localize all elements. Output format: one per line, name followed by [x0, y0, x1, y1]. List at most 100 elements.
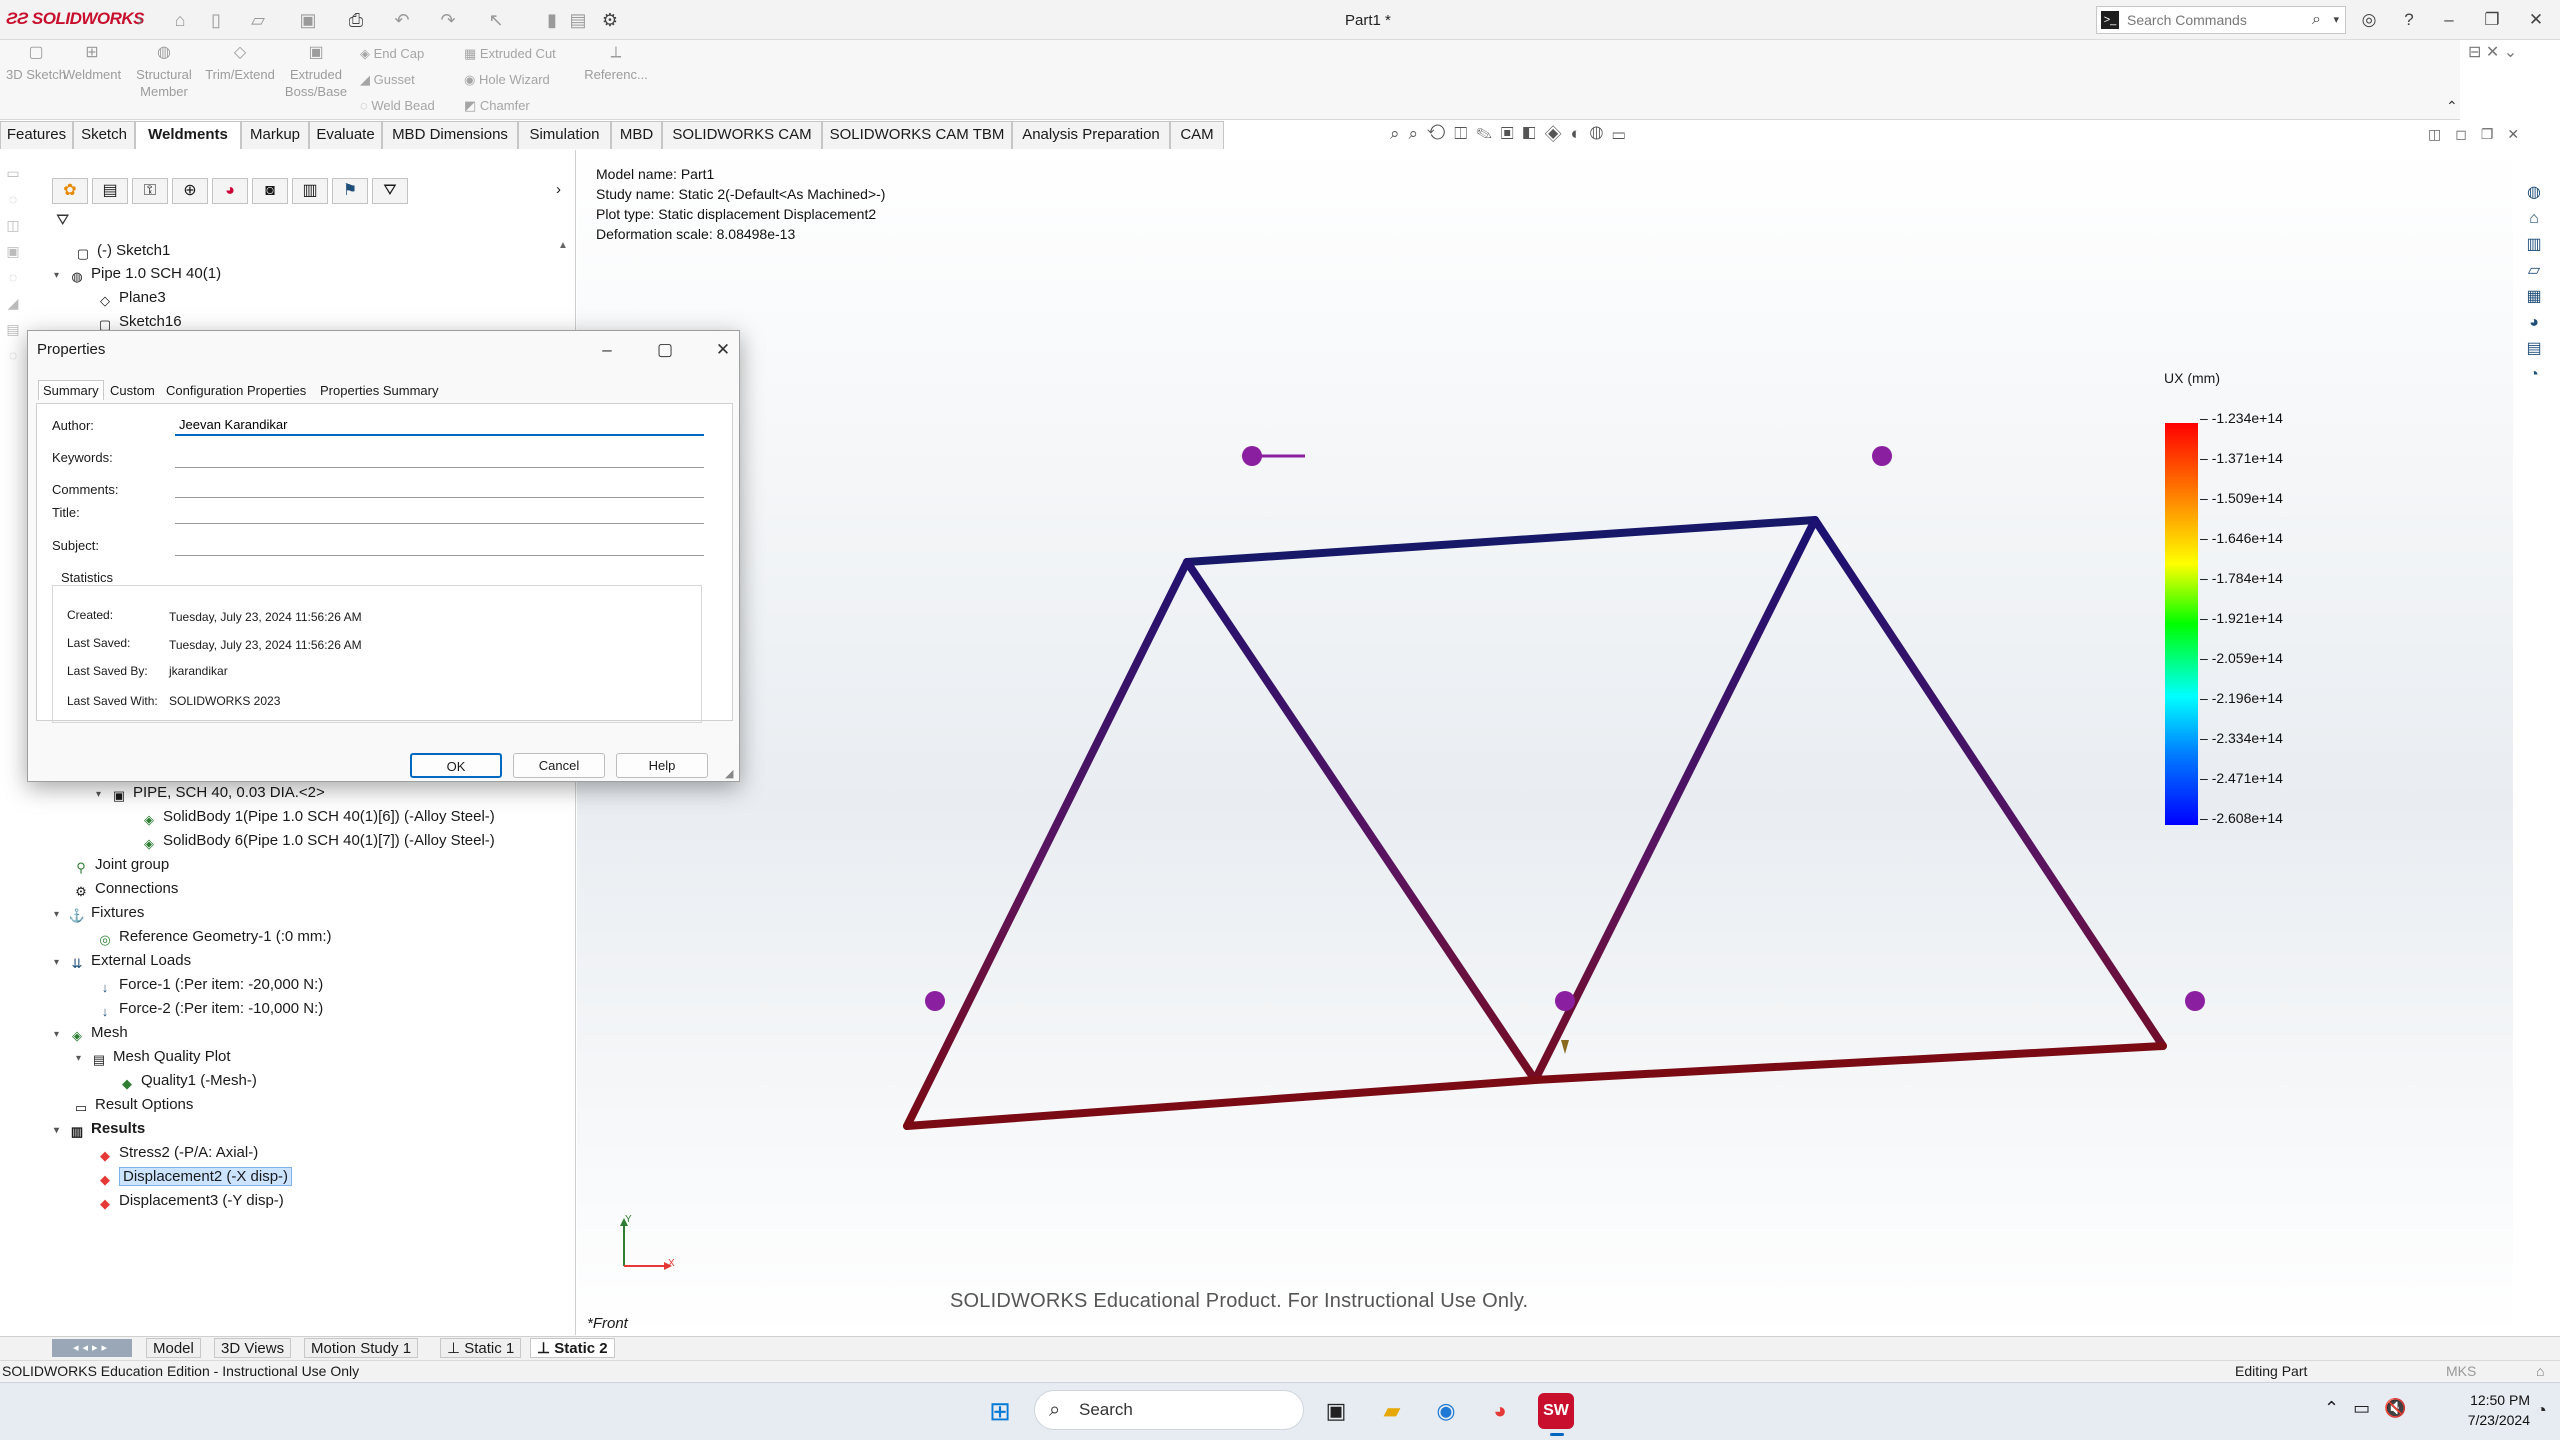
save-icon[interactable]: ▣	[296, 8, 320, 32]
scroll-up-icon[interactable]: ▲	[558, 240, 568, 251]
appearance-icon[interactable]: ◐	[1571, 124, 1590, 143]
hide-show-icon[interactable]: ◈	[1545, 124, 1571, 143]
chevron-down-icon[interactable]: ▾	[54, 904, 68, 926]
tab-scroll-arrows-icon[interactable]: ◂◂▸▸	[52, 1339, 132, 1357]
view-orientation-icon[interactable]: ▣	[1501, 124, 1523, 143]
trim-extend-button[interactable]: ◇ Trim/Extend	[204, 44, 276, 83]
truss-member-bottom-right[interactable]	[1531, 1042, 2167, 1084]
tab-summary[interactable]: Summary	[38, 380, 104, 400]
chrome-browser-icon[interactable]: ◕	[1482, 1393, 1518, 1429]
subject-field[interactable]	[175, 534, 704, 556]
keywords-field[interactable]	[175, 446, 704, 468]
view-settings-icon[interactable]: ▭	[1612, 124, 1634, 143]
author-field[interactable]	[175, 414, 704, 436]
chevron-down-icon[interactable]: ▾	[54, 265, 68, 287]
appearances-icon[interactable]: ◕	[2520, 310, 2548, 336]
heads-up-view-toolbar[interactable]: ⌕⌕⟲◫✎▣◧◈◐◍▭	[1390, 124, 1634, 144]
design-library-icon[interactable]: ▥	[2520, 232, 2548, 258]
ribbon-collapse-icon[interactable]: ⌃	[2446, 98, 2458, 115]
cancel-button[interactable]: Cancel	[513, 753, 605, 778]
truss-member-top[interactable]	[1183, 516, 1819, 566]
tab-static-2[interactable]: ⊥ Static 2	[530, 1338, 615, 1358]
chevron-down-icon[interactable]: ▾	[96, 784, 110, 806]
joint-node[interactable]	[1872, 446, 1892, 466]
options-gear-icon[interactable]: ⚙	[598, 8, 622, 32]
extruded-cut-button[interactable]: ▦ Extruded Cut	[464, 46, 556, 62]
tab-solidworks-cam-tbm[interactable]: SOLIDWORKS CAM TBM	[822, 121, 1012, 149]
tab-static-1[interactable]: ⊥ Static 1	[440, 1338, 522, 1358]
solidworks-taskbar-icon[interactable]: SW	[1538, 1393, 1574, 1429]
weldment-button[interactable]: ⊞ Weldment	[56, 44, 128, 83]
help-icon[interactable]: ?	[2397, 8, 2421, 32]
tab-features[interactable]: Features	[0, 121, 73, 149]
cam-operation-tree-icon[interactable]: ▥	[292, 178, 328, 204]
taskbar-search[interactable]: ⌕ Search	[1034, 1390, 1304, 1430]
joint-node[interactable]	[1242, 446, 1262, 466]
tab-3d-views[interactable]: 3D Views	[214, 1338, 292, 1358]
maximize-icon[interactable]: ▢	[650, 337, 680, 363]
edge-browser-icon[interactable]: ◉	[1428, 1393, 1464, 1429]
previous-view-icon[interactable]: ⟲	[1427, 124, 1454, 143]
zoom-area-icon[interactable]: ⌕	[1409, 124, 1428, 143]
tab-mbd[interactable]: MBD	[611, 121, 662, 149]
tree-item-reference-geometry[interactable]: ◎ Reference Geometry-1 (:0 mm:)	[96, 926, 331, 948]
tree-item-fixtures[interactable]: ▾ ⚓ Fixtures	[54, 902, 144, 924]
file-explorer-icon[interactable]: ▰	[1374, 1393, 1410, 1429]
undo-icon[interactable]: ↶	[390, 8, 414, 32]
tab-simulation[interactable]: Simulation	[518, 121, 611, 149]
tree-item-displacement2[interactable]: ◆ Displacement2 (-X disp-)	[96, 1166, 293, 1188]
tree-item-stress2[interactable]: ◆ Stress2 (-P/A: Axial-)	[96, 1142, 258, 1164]
joint-node[interactable]	[2185, 991, 2205, 1011]
chamfer-button[interactable]: ◩ Chamfer	[464, 98, 530, 114]
cam-tool-tree-icon[interactable]: ⚑	[332, 178, 368, 204]
tab-motion-study-1[interactable]: Motion Study 1	[304, 1338, 419, 1358]
joint-node[interactable]	[1555, 991, 1575, 1011]
task-pane-right[interactable]: ◍ ⌂ ▥ ▱ ▦ ◕ ▤ ◔	[2520, 180, 2560, 420]
tree-item-plane3[interactable]: ◇ Plane3	[82, 287, 166, 309]
tree-item-force2[interactable]: ↓ Force-2 (:Per item: -10,000 N:)	[96, 998, 323, 1020]
select-icon[interactable]: ↖	[484, 8, 508, 32]
home-icon[interactable]: ⌂	[168, 8, 192, 32]
tab-weldments[interactable]: Weldments	[135, 121, 241, 149]
display-manager-icon[interactable]: ◕	[212, 178, 248, 204]
ok-button[interactable]: OK	[410, 753, 502, 778]
gusset-button[interactable]: ◢ Gusset	[360, 72, 415, 88]
truss-member-left-diagonal[interactable]	[903, 558, 1191, 1130]
tree-item-pipe-cutlist[interactable]: ▾ ▣ PIPE, SCH 40, 0.03 DIA.<2>	[96, 782, 325, 804]
joint-node[interactable]	[925, 991, 945, 1011]
section-view-icon[interactable]: ◫	[1454, 124, 1476, 143]
file-properties-icon[interactable]: ▤	[566, 8, 590, 32]
print-icon[interactable]: ⎙	[344, 8, 368, 32]
close-icon[interactable]: ✕	[708, 337, 738, 363]
tab-solidworks-cam[interactable]: SOLIDWORKS CAM	[662, 121, 822, 149]
tree-item-mesh[interactable]: ▾ ◈ Mesh	[54, 1022, 128, 1044]
scene-icon[interactable]: ◍	[1590, 124, 1612, 143]
units-selector[interactable]: MKS	[2446, 1361, 2476, 1382]
view-palette-icon[interactable]: ▦	[2520, 284, 2548, 310]
tab-cam[interactable]: CAM	[1170, 121, 1224, 149]
dimxpert-icon[interactable]: ⊕	[172, 178, 208, 204]
weld-bead-button[interactable]: ◌ Weld Bead	[360, 98, 435, 113]
panel-expand-icon[interactable]: ›	[556, 181, 561, 198]
account-icon[interactable]: ◎	[2357, 8, 2381, 32]
tree-item-mesh-quality-plot[interactable]: ▾ ▤ Mesh Quality Plot	[76, 1046, 231, 1068]
restore-icon[interactable]: ❐	[2480, 8, 2504, 32]
minimize-icon[interactable]: –	[2437, 8, 2461, 32]
title-field[interactable]	[175, 502, 704, 524]
notifications-icon[interactable]: ◔	[2536, 1400, 2547, 1421]
hole-wizard-button[interactable]: ◉ Hole Wizard	[464, 72, 550, 88]
task-view-icon[interactable]: ▣	[1318, 1393, 1354, 1429]
properties-dialog[interactable]: Properties – ▢ ✕ Summary Custom Configur…	[27, 330, 740, 782]
tree-item-pipe[interactable]: ▾ ◍ Pipe 1.0 SCH 40(1)	[54, 263, 221, 285]
tree-item-joint-group[interactable]: ⚲ Joint group	[58, 854, 169, 876]
ribbon-pin-icon[interactable]: ⊟ ✕ ⌄	[2468, 42, 2560, 72]
tree-item-external-loads[interactable]: ▾ ⇊ External Loads	[54, 950, 191, 972]
forum-icon[interactable]: ◔	[2520, 362, 2548, 388]
truss-member-inner-right[interactable]	[1531, 516, 1819, 1084]
reference-geometry-button[interactable]: ⟂ Referenc...	[580, 44, 652, 83]
tree-item-result-options[interactable]: ▭ Result Options	[58, 1094, 194, 1116]
chevron-down-icon[interactable]: ▾	[76, 1048, 90, 1070]
tab-properties-summary[interactable]: Properties Summary	[320, 383, 438, 398]
menu-arrow-icon[interactable]: ›	[128, 8, 152, 32]
solidworks-resources-icon[interactable]: ◍	[2520, 180, 2548, 206]
